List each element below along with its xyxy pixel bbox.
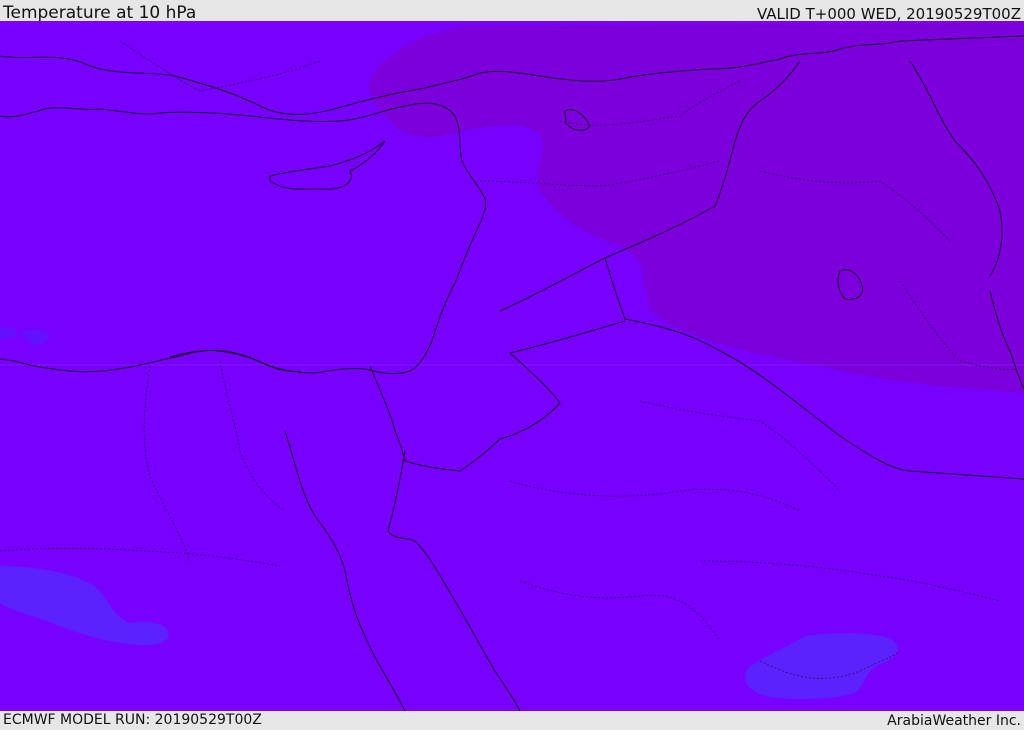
credit-label: ArabiaWeather Inc.	[887, 713, 1021, 729]
temperature-map	[0, 21, 1024, 711]
map-title: Temperature at 10 hPa	[3, 3, 197, 23]
footer-bar: ECMWF MODEL RUN: 20190529T00Z ArabiaWeat…	[0, 711, 1024, 729]
model-run-label: ECMWF MODEL RUN: 20190529T00Z	[3, 712, 262, 728]
map-area	[0, 21, 1024, 711]
header-bar: Temperature at 10 hPa VALID T+000 WED, 2…	[0, 0, 1024, 23]
